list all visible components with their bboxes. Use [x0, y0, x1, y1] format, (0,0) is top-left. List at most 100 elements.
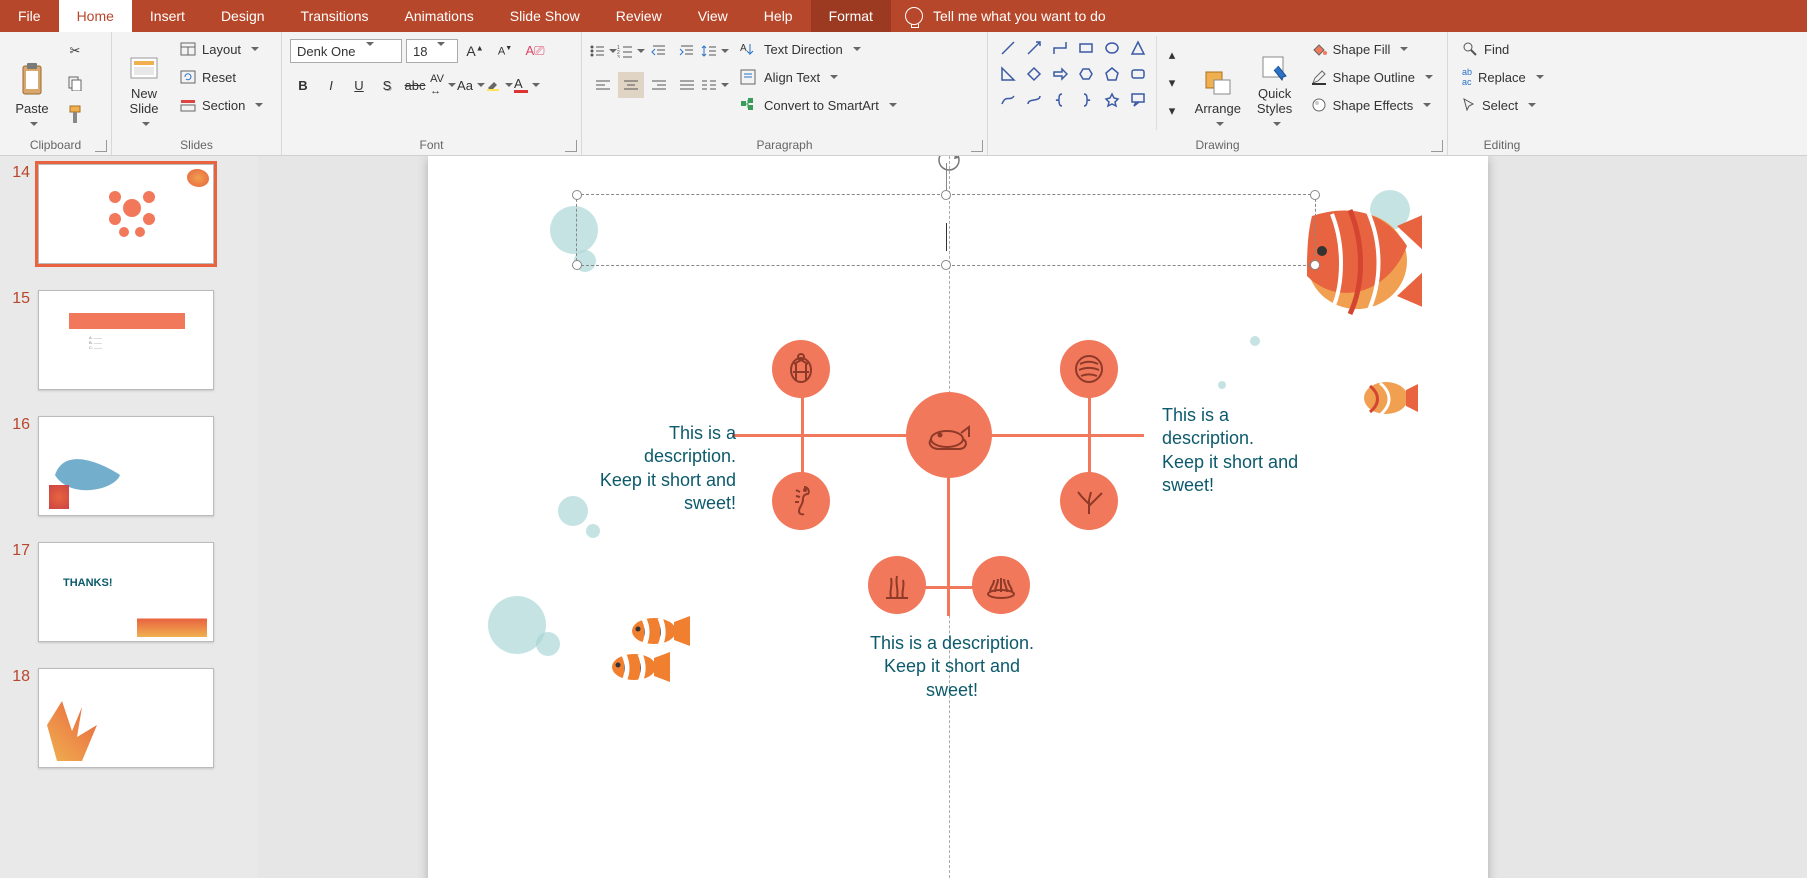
slide-thumbnail-15[interactable]: A. ——B. ——C. —— — [38, 290, 214, 390]
arrange-button[interactable]: Arrange — [1191, 36, 1245, 130]
satellite-node-coral[interactable] — [1060, 472, 1118, 530]
cut-button[interactable]: ✂ — [62, 38, 88, 64]
replace-button[interactable]: abacReplace — [1456, 64, 1548, 90]
resize-handle-s[interactable] — [941, 260, 951, 270]
justify-button[interactable] — [674, 72, 700, 98]
satellite-node-brain-coral[interactable] — [1060, 340, 1118, 398]
slide-thumbnail-16[interactable] — [38, 416, 214, 516]
rotation-widget-icon[interactable] — [930, 156, 968, 174]
font-color-button[interactable]: A — [514, 72, 540, 98]
copy-button[interactable] — [62, 70, 88, 96]
italic-button[interactable]: I — [318, 72, 344, 98]
slide-thumbnail-pane[interactable]: 14 15 A. ——B. ——C. —— 16 — [0, 156, 258, 878]
tab-help[interactable]: Help — [746, 0, 811, 32]
decrease-font-button[interactable]: A▼ — [492, 38, 518, 64]
tell-me-search[interactable]: Tell me what you want to do — [891, 0, 1120, 32]
shape-arrow-right-icon[interactable] — [1048, 62, 1072, 86]
tab-slideshow[interactable]: Slide Show — [492, 0, 598, 32]
shape-hexagon-icon[interactable] — [1074, 62, 1098, 86]
slide-thumbnail-18[interactable] — [38, 668, 214, 768]
tab-insert[interactable]: Insert — [132, 0, 203, 32]
selection-box[interactable] — [576, 194, 1316, 266]
change-case-button[interactable]: Aa — [458, 72, 484, 98]
paste-button[interactable]: Paste — [8, 36, 56, 130]
shapes-more-button[interactable]: ▴ — [1159, 42, 1185, 68]
shape-elbow-icon[interactable] — [1048, 36, 1072, 60]
clipboard-launcher[interactable] — [95, 140, 107, 152]
tab-file[interactable]: File — [0, 0, 59, 32]
text-direction-button[interactable]: AText Direction — [734, 36, 903, 62]
numbering-button[interactable]: 123 — [618, 38, 644, 64]
drawing-launcher[interactable] — [1431, 140, 1443, 152]
center-node[interactable] — [906, 392, 992, 478]
shadow-button[interactable]: S — [374, 72, 400, 98]
char-spacing-button[interactable]: AV↔ — [430, 72, 456, 98]
tab-review[interactable]: Review — [598, 0, 680, 32]
shapes-gallery[interactable] — [996, 36, 1150, 130]
tab-home[interactable]: Home — [59, 0, 132, 32]
shape-roundrect-icon[interactable] — [1126, 62, 1150, 86]
tab-design[interactable]: Design — [203, 0, 283, 32]
find-button[interactable]: Find — [1456, 36, 1548, 62]
shape-fill-button[interactable]: Shape Fill — [1305, 36, 1439, 62]
satellite-node-seahorse[interactable] — [772, 472, 830, 530]
strikethrough-button[interactable]: abc — [402, 72, 428, 98]
columns-button[interactable] — [702, 72, 728, 98]
shapes-expand-button[interactable]: ▾ — [1159, 98, 1185, 124]
slide-thumbnail-17[interactable]: THANKS! — [38, 542, 214, 642]
shape-outline-button[interactable]: Shape Outline — [1305, 64, 1439, 90]
description-right[interactable]: This is a description. Keep it short and… — [1162, 404, 1312, 498]
new-slide-button[interactable]: New Slide — [120, 36, 168, 130]
tab-view[interactable]: View — [680, 0, 746, 32]
quick-styles-button[interactable]: Quick Styles — [1251, 36, 1299, 130]
bullets-button[interactable] — [590, 38, 616, 64]
select-button[interactable]: Select — [1456, 92, 1548, 118]
increase-indent-button[interactable] — [674, 38, 700, 64]
slide-thumbnail-14[interactable] — [38, 164, 214, 264]
resize-handle-se[interactable] — [1310, 260, 1320, 270]
align-right-button[interactable] — [646, 72, 672, 98]
shape-brace-left-icon[interactable] — [1048, 88, 1072, 112]
resize-handle-sw[interactable] — [572, 260, 582, 270]
description-left[interactable]: This is a description. Keep it short and… — [586, 422, 736, 516]
slide-canvas-area[interactable]: This is a description. Keep it short and… — [258, 156, 1807, 878]
font-size-combo[interactable]: 18 — [406, 39, 458, 63]
satellite-node-seaweed[interactable] — [868, 556, 926, 614]
font-name-combo[interactable]: Denk One — [290, 39, 402, 63]
align-center-button[interactable] — [618, 72, 644, 98]
font-launcher[interactable] — [565, 140, 577, 152]
line-spacing-button[interactable] — [702, 38, 728, 64]
satellite-node-anemone[interactable] — [972, 556, 1030, 614]
shape-rect-icon[interactable] — [1074, 36, 1098, 60]
clear-formatting-button[interactable]: A⎚ — [522, 38, 548, 64]
shape-oval-icon[interactable] — [1100, 36, 1124, 60]
format-painter-button[interactable] — [62, 102, 88, 128]
shape-curve-icon[interactable] — [996, 88, 1020, 112]
shape-pentagon-icon[interactable] — [1100, 62, 1124, 86]
resize-handle-n[interactable] — [941, 190, 951, 200]
paragraph-launcher[interactable] — [971, 140, 983, 152]
align-text-button[interactable]: Align Text — [734, 64, 903, 90]
increase-font-button[interactable]: A▲ — [462, 38, 488, 64]
shape-arrow-icon[interactable] — [1022, 36, 1046, 60]
layout-button[interactable]: Layout — [174, 36, 269, 62]
decrease-indent-button[interactable] — [646, 38, 672, 64]
shape-rtriangle-icon[interactable] — [996, 62, 1020, 86]
description-bottom[interactable]: This is a description. Keep it short and… — [862, 632, 1042, 702]
reset-button[interactable]: Reset — [174, 64, 269, 90]
shape-callout-icon[interactable] — [1126, 88, 1150, 112]
shapes-scroll-button[interactable]: ▾ — [1159, 70, 1185, 96]
shape-star-icon[interactable] — [1100, 88, 1124, 112]
shape-triangle-icon[interactable] — [1126, 36, 1150, 60]
tab-transitions[interactable]: Transitions — [283, 0, 387, 32]
highlight-button[interactable] — [486, 72, 512, 98]
convert-smartart-button[interactable]: Convert to SmartArt — [734, 92, 903, 118]
slide-canvas[interactable]: This is a description. Keep it short and… — [428, 156, 1488, 878]
satellite-node-turtle[interactable] — [772, 340, 830, 398]
shape-line-icon[interactable] — [996, 36, 1020, 60]
resize-handle-nw[interactable] — [572, 190, 582, 200]
shape-brace-right-icon[interactable] — [1074, 88, 1098, 112]
shape-diamond-icon[interactable] — [1022, 62, 1046, 86]
shape-connector-icon[interactable] — [1022, 88, 1046, 112]
section-button[interactable]: Section — [174, 92, 269, 118]
